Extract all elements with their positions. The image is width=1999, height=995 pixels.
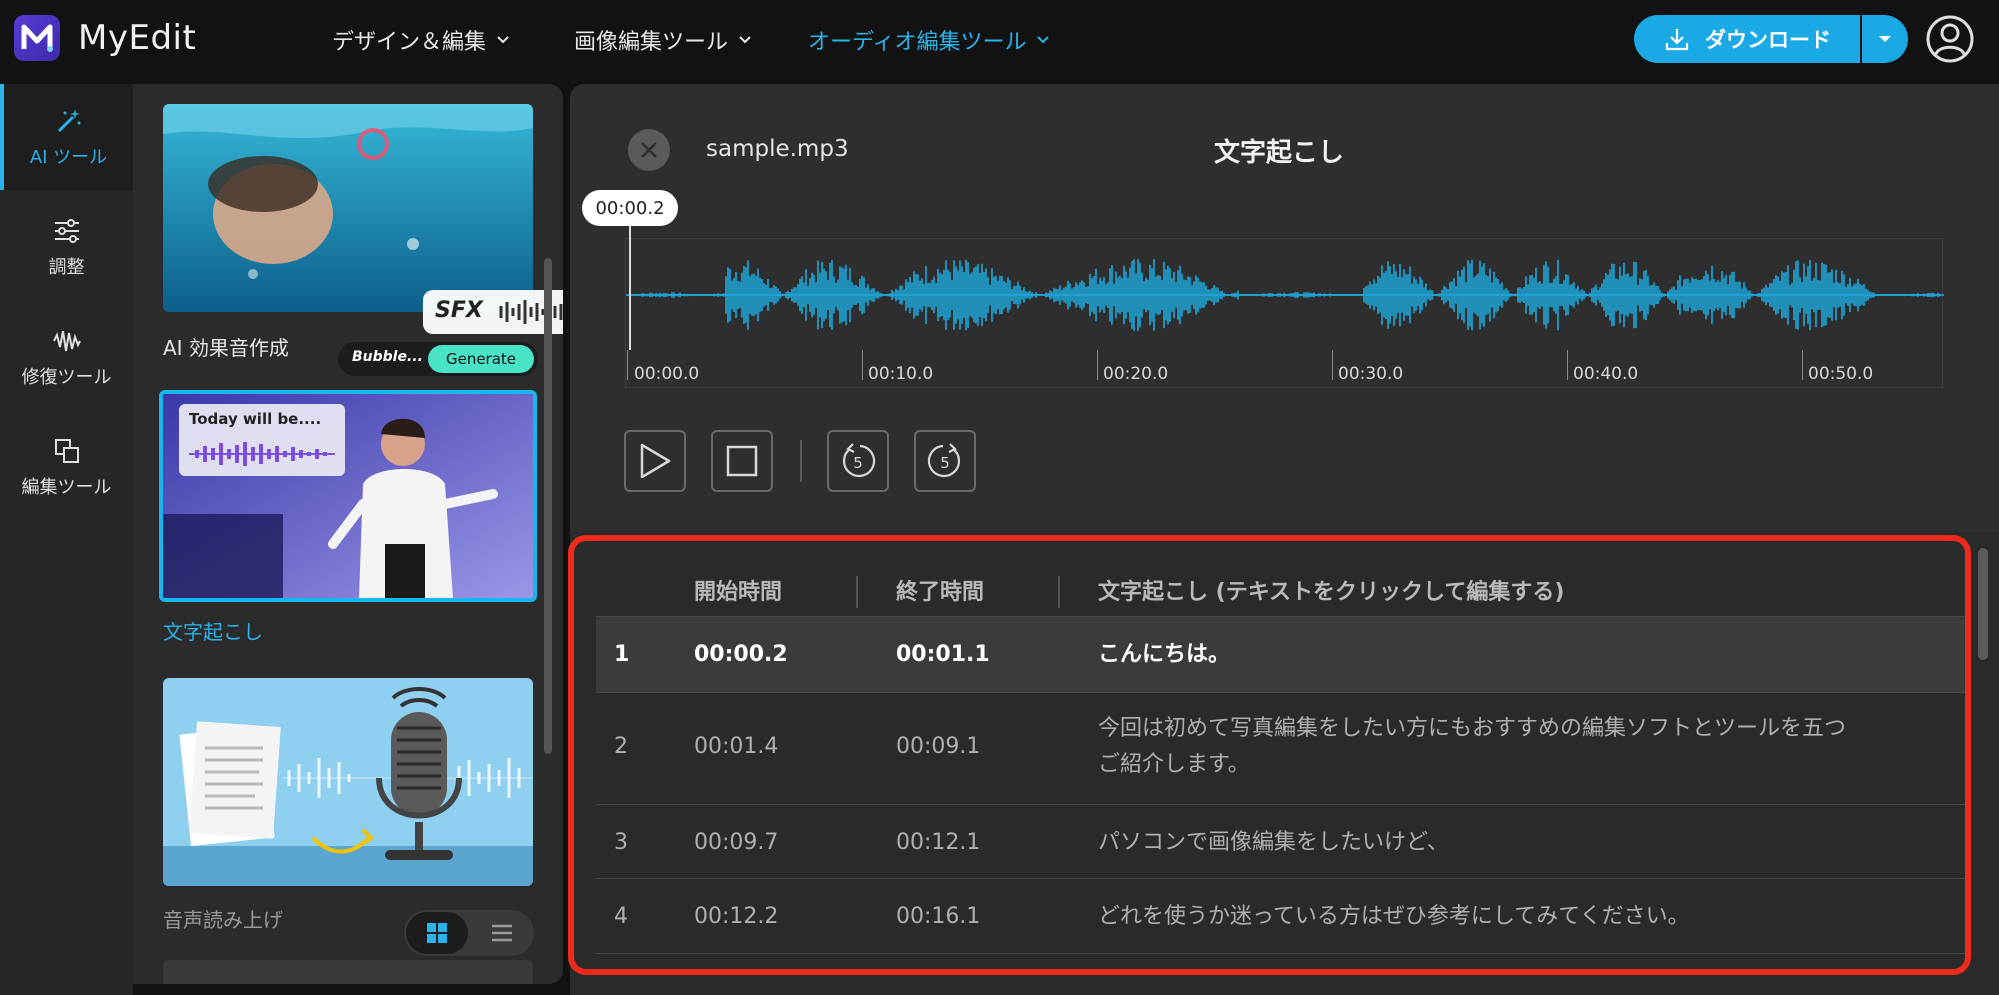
audio-filename: sample.mp3 [706, 136, 849, 162]
rail-item-ai-tools[interactable]: AI ツール [0, 84, 133, 190]
list-icon [492, 924, 512, 942]
tool-card-label[interactable]: AI 効果音作成 [163, 332, 289, 361]
timeline-tick-label: 00:40.0 [1573, 364, 1639, 384]
waveform-area[interactable] [625, 238, 1944, 388]
nav-design-edit[interactable]: デザイン＆編集 [332, 24, 510, 56]
controls-divider [800, 440, 802, 482]
nav-label: デザイン＆編集 [332, 30, 487, 55]
speech-waveform-icon [189, 442, 335, 466]
chevron-down-icon [739, 36, 751, 44]
timeline-tick-label: 00:00.0 [634, 364, 700, 384]
close-file-button[interactable] [628, 129, 670, 171]
list-view-button[interactable] [472, 912, 532, 954]
download-label: ダウンロード [1705, 28, 1831, 52]
timeline-tick-label: 00:10.0 [868, 364, 934, 384]
transcript-scrollbar[interactable] [1978, 548, 1988, 660]
top-bar: MyEdit デザイン＆編集 画像編集ツール オーディオ編集ツール ダウンロード [0, 0, 1999, 78]
tts-thumbnail-image [163, 678, 533, 886]
tool-list-panel: SFX Bubble... Generate AI 効果音作成 Today wi… [133, 84, 563, 984]
grid-view-button[interactable] [406, 912, 468, 954]
rail-item-adjust[interactable]: 調整 [0, 194, 133, 300]
highlight-annotation [568, 535, 1971, 975]
playhead[interactable] [629, 226, 631, 350]
timeline-tick [627, 350, 628, 380]
sfx-prompt-pill: Bubble... Generate [338, 342, 538, 376]
rail-item-label: 調整 [48, 257, 85, 278]
layers-icon [54, 439, 79, 463]
speech-bubble-text: Today will be.... [189, 410, 322, 428]
download-options-button[interactable] [1862, 15, 1908, 63]
sfx-waveform-icon [499, 300, 563, 324]
tool-card-text-to-speech[interactable] [163, 678, 533, 886]
timeline-tick [1567, 350, 1568, 380]
tool-card-label[interactable]: 文字起こし [163, 616, 263, 645]
play-icon [640, 443, 671, 479]
account-avatar-icon[interactable] [1925, 14, 1975, 64]
transcription-speech-bubble: Today will be.... [179, 404, 345, 476]
sliders-icon [54, 219, 79, 243]
waveform-peaks [627, 259, 1941, 331]
rewind-5s-button[interactable]: 5 [827, 430, 889, 492]
magic-wand-icon [57, 109, 80, 133]
page-title: 文字起こし [1214, 138, 1345, 168]
timeline-tick-label: 00:50.0 [1808, 364, 1874, 384]
nav-image-tools[interactable]: 画像編集ツール [574, 24, 752, 56]
chevron-down-icon [497, 36, 509, 44]
stop-button[interactable] [711, 430, 773, 492]
sfx-badge: SFX [423, 290, 563, 334]
app-name[interactable]: MyEdit [78, 18, 196, 58]
rewind-icon: 5 [842, 443, 876, 478]
timeline-tick-label: 00:20.0 [1103, 364, 1169, 384]
audio-waveform [626, 259, 1944, 331]
rail-item-label: 編集ツール [21, 477, 112, 498]
waveform-icon [52, 330, 81, 352]
forward-5s-button[interactable]: 5 [914, 430, 976, 492]
sfx-generate-button: Generate [428, 345, 534, 373]
rail-item-label: AI ツール [29, 147, 108, 168]
tool-category-rail: AI ツール 調整 修復ツール 編集ツール [0, 84, 133, 995]
download-icon [1665, 29, 1689, 51]
sfx-prompt-text: Bubble... [352, 349, 423, 365]
download-button[interactable]: ダウンロード [1634, 15, 1860, 63]
rail-item-edit-tools[interactable]: 編集ツール [0, 414, 133, 520]
rail-item-repair[interactable]: 修復ツール [0, 304, 133, 410]
sfx-thumbnail-image [163, 104, 533, 312]
nav-label: オーディオ編集ツール [808, 30, 1027, 55]
tool-card-label[interactable]: 音声読み上げ [163, 904, 283, 933]
tool-card-partial [163, 960, 533, 984]
rewind-seconds: 5 [853, 454, 863, 472]
sfx-badge-text: SFX [435, 298, 483, 323]
close-icon [641, 142, 657, 158]
timeline-tick [1802, 350, 1803, 380]
forward-icon: 5 [927, 443, 961, 478]
tool-card-ai-sfx[interactable] [163, 104, 533, 312]
nav-audio-tools[interactable]: オーディオ編集ツール [808, 24, 1050, 56]
current-time-bubble: 00:00.2 [582, 190, 678, 226]
play-button[interactable] [624, 430, 686, 492]
forward-seconds: 5 [940, 454, 950, 472]
timeline-tick [862, 350, 863, 380]
timeline-tick [1097, 350, 1098, 380]
rail-item-label: 修復ツール [21, 367, 112, 388]
timeline-tick-label: 00:30.0 [1338, 364, 1404, 384]
nav-label: 画像編集ツール [574, 30, 729, 55]
caret-down-icon [1879, 36, 1891, 42]
tool-list-scrollbar[interactable] [544, 258, 552, 754]
timeline-tick [1332, 350, 1333, 380]
chevron-down-icon [1037, 36, 1050, 44]
myedit-logo-icon[interactable] [14, 15, 60, 61]
grid-icon [427, 923, 447, 943]
stop-icon [726, 445, 758, 477]
